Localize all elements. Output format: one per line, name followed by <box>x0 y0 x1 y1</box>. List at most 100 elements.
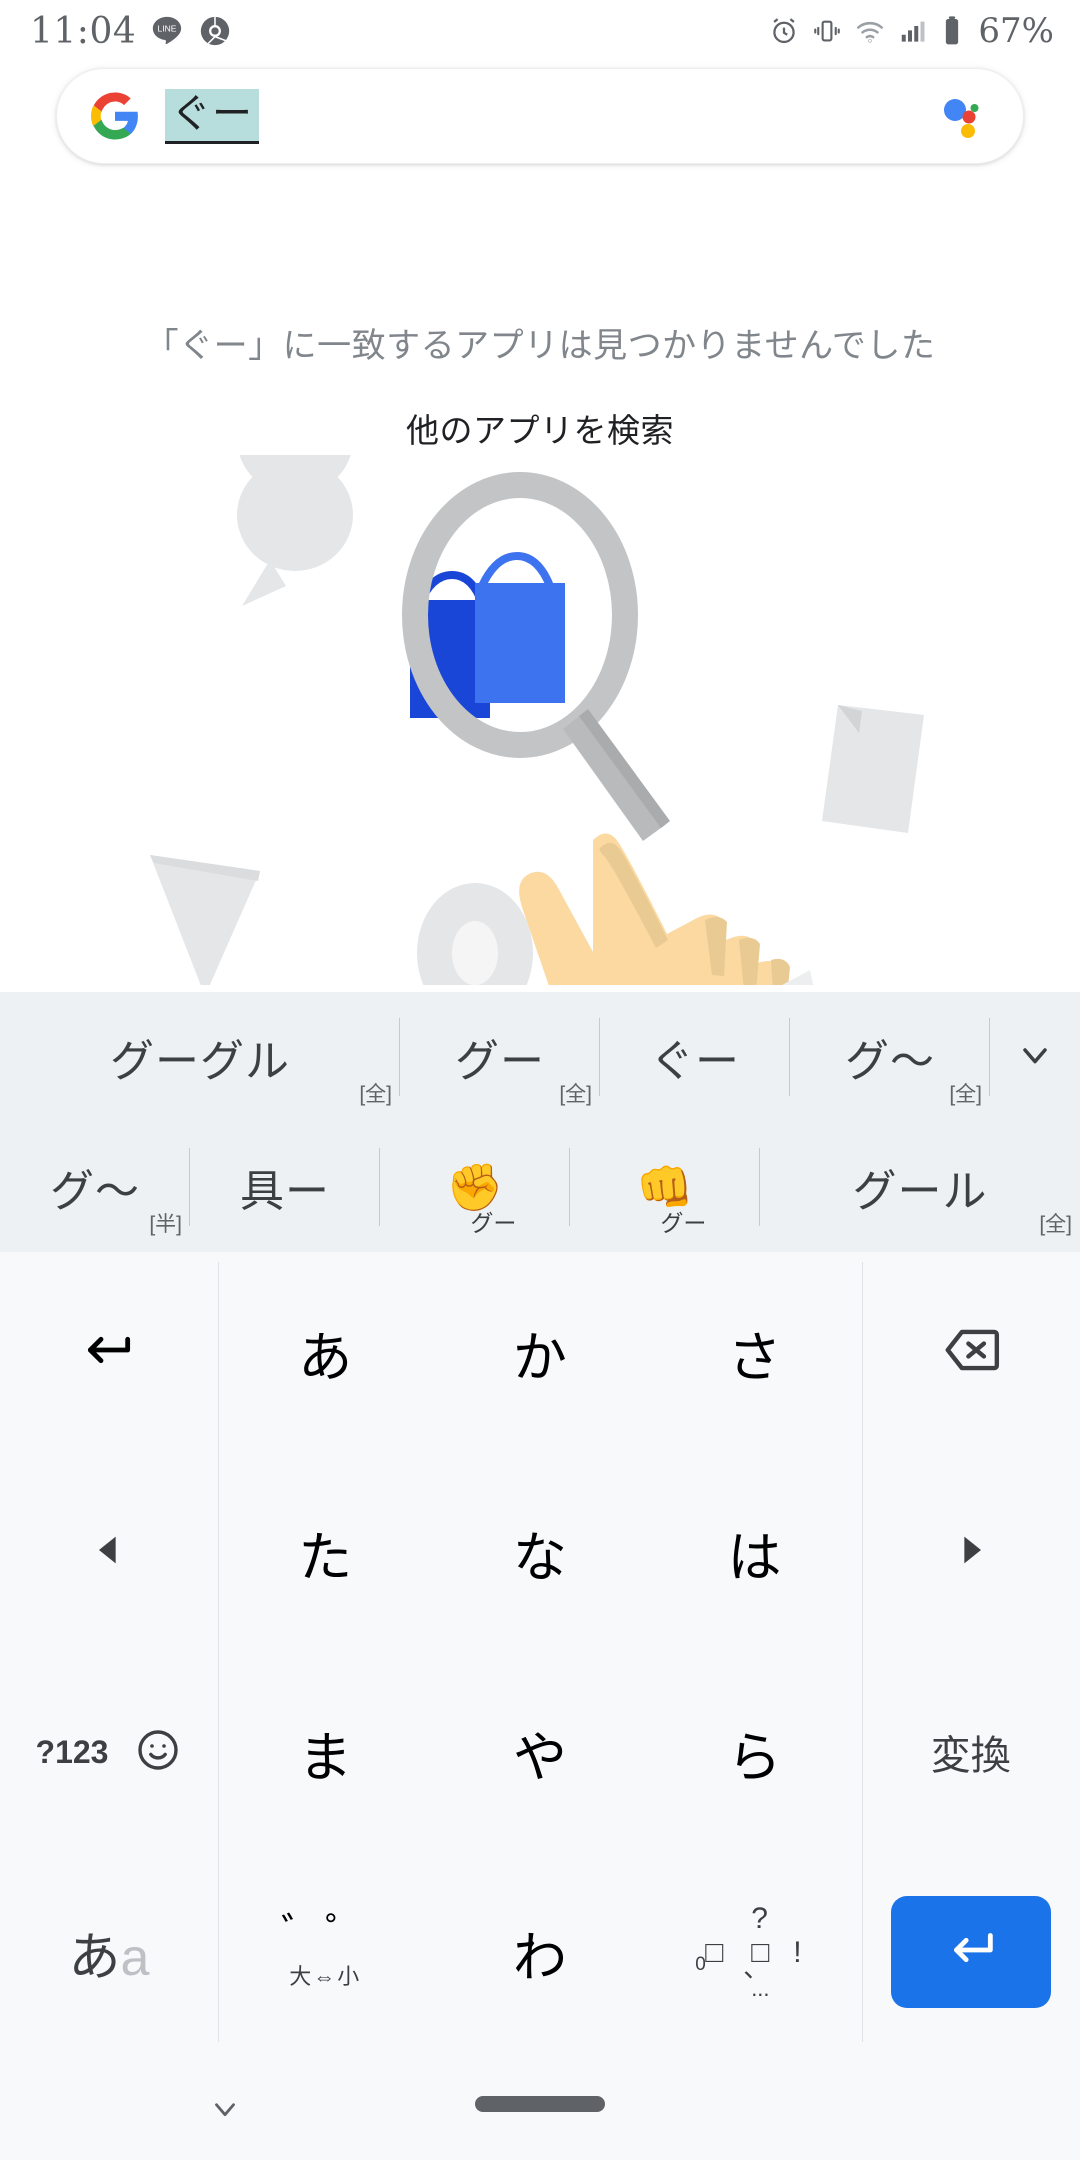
dakuten-sublabel: 大⇔小 <box>289 1964 362 1989</box>
symbols-key-label[interactable]: ?123 <box>36 1734 109 1771</box>
suggestion-text: グ〜 <box>845 1037 935 1086</box>
kana-label: は <box>727 1527 782 1588</box>
kana-label: わ <box>512 1927 567 1988</box>
line-icon: LINE <box>150 14 184 48</box>
cursor-right-key[interactable] <box>862 1452 1080 1652</box>
keyboard-row-2: た な は <box>0 1452 1080 1652</box>
status-clock: 11:04 <box>30 10 137 52</box>
kana-key-ya[interactable]: や <box>433 1652 648 1852</box>
suggestion-text: グ〜 <box>50 1167 140 1216</box>
suggestion-item[interactable]: グ〜 [半] <box>0 1122 190 1252</box>
keyboard-row-1: あ か さ <box>0 1252 1080 1452</box>
undo-key[interactable] <box>0 1252 218 1452</box>
alarm-icon <box>768 15 800 47</box>
dakuten-glyphs: ゛゜ <box>281 1911 370 1955</box>
search-input[interactable]: ぐー <box>165 88 937 144</box>
kana-key-wa[interactable]: わ <box>433 1852 648 2052</box>
japanese-12key-keyboard[interactable]: あ か さ た な は ?123 ま や ら 変換 あa ゛゜ 大⇔小 わ ? … <box>0 1252 1080 2052</box>
kana-label: ら <box>727 1727 782 1788</box>
status-bar: 11:04 LINE 67% <box>0 0 1080 62</box>
symbols-emoji-key[interactable]: ?123 <box>0 1652 218 1852</box>
enter-arrow-icon <box>942 1921 1000 1984</box>
keyboard-row-4: あa ゛゜ 大⇔小 わ ? □ 0 □ 、 ! ... <box>0 1852 1080 2052</box>
punct-box-left: □ <box>705 1936 724 1969</box>
suggestion-item[interactable]: ぐー <box>600 992 790 1122</box>
home-gesture-pill[interactable] <box>475 2096 605 2112</box>
suggestion-item[interactable]: グ〜 [全] <box>790 992 990 1122</box>
kana-label: な <box>512 1527 567 1588</box>
kana-key-ra[interactable]: ら <box>647 1652 862 1852</box>
kana-label: さ <box>727 1327 782 1388</box>
punct-ellipsis: ... <box>751 1976 770 2001</box>
kana-key-ma[interactable]: ま <box>218 1652 433 1852</box>
suggestion-item[interactable]: グーグル [全] <box>0 992 400 1122</box>
kana-key-na[interactable]: な <box>433 1452 648 1652</box>
backspace-icon <box>940 1319 1002 1386</box>
suggestion-text: グーグル <box>110 1037 290 1086</box>
convert-key-label: 変換 <box>930 1734 1011 1778</box>
search-other-apps-label[interactable]: 他のアプリを検索 <box>0 404 1080 452</box>
kana-label: や <box>512 1727 567 1788</box>
cursor-left-key[interactable] <box>0 1452 218 1652</box>
suggestion-divider <box>989 1018 990 1096</box>
language-toggle-latin: a <box>120 1928 150 1987</box>
navigation-bar <box>0 2052 1080 2160</box>
suggestion-item-emoji[interactable]: ✊ グー <box>380 1122 570 1252</box>
suggestion-text: グール <box>852 1167 988 1216</box>
suggestion-tag: [全] <box>559 1083 592 1106</box>
emoji-smiley-icon[interactable] <box>134 1726 182 1779</box>
enter-key[interactable] <box>862 1852 1080 2052</box>
punct-exclamation: ! <box>793 1936 802 1969</box>
triangle-left-icon <box>89 1530 129 1575</box>
chevron-down-icon <box>1015 1035 1055 1080</box>
enter-key-surface[interactable] <box>890 1896 1051 2008</box>
suggestion-reading: グー <box>470 1210 517 1236</box>
suggestion-tag: [全] <box>1039 1213 1072 1236</box>
undo-arrow-icon <box>77 1318 141 1387</box>
suggestion-item[interactable]: 具ー <box>190 1122 380 1252</box>
svg-text:LINE: LINE <box>158 23 177 33</box>
suggestion-reading: グー <box>660 1210 707 1236</box>
status-bar-right: 67% <box>768 11 1054 51</box>
kana-label: か <box>512 1327 567 1388</box>
kana-key-sa[interactable]: さ <box>647 1252 862 1452</box>
signal-icon <box>898 16 928 46</box>
battery-icon <box>940 15 964 47</box>
kana-key-a[interactable]: あ <box>218 1252 433 1452</box>
punct-zero: 0 <box>695 1954 706 1975</box>
language-toggle-label: あa <box>69 1915 150 1990</box>
search-bar[interactable]: ぐー <box>56 68 1024 164</box>
chrome-icon <box>198 14 232 48</box>
kana-key-ka[interactable]: か <box>433 1252 648 1452</box>
suggestion-text: 具ー <box>240 1167 330 1216</box>
triangle-right-icon <box>951 1530 991 1575</box>
suggestion-row-2: グ〜 [半] 具ー ✊ グー 👊 グー グール [全] <box>0 1122 1080 1252</box>
suggestion-item[interactable]: グール [全] <box>760 1122 1080 1252</box>
kana-key-ha[interactable]: は <box>647 1452 862 1652</box>
backspace-key[interactable] <box>862 1252 1080 1452</box>
suggestion-text: ぐー <box>650 1037 740 1086</box>
expand-suggestions-button[interactable] <box>990 992 1080 1122</box>
punctuation-glyphs: ? □ 0 □ 、 ! ... <box>647 1852 862 2052</box>
punct-question: ? <box>751 1902 768 1935</box>
suggestion-strip[interactable]: グーグル [全] グー [全] ぐー グ〜 [全] グ〜 [半] 具ー ✊ グー… <box>0 992 1080 1252</box>
suggestion-tag: [全] <box>949 1083 982 1106</box>
no-results-illustration <box>120 383 960 1232</box>
language-toggle-kana: あ <box>68 1928 121 1987</box>
convert-key[interactable]: 変換 <box>862 1652 1080 1852</box>
suggestion-text: グー <box>455 1037 545 1086</box>
battery-percent: 67% <box>978 11 1054 51</box>
keyboard-row-3: ?123 ま や ら 変換 <box>0 1652 1080 1852</box>
google-assistant-icon[interactable] <box>937 90 989 142</box>
kana-key-ta[interactable]: た <box>218 1452 433 1652</box>
suggestion-item-emoji[interactable]: 👊 グー <box>570 1122 760 1252</box>
search-query-text: ぐー <box>165 88 259 144</box>
punctuation-key[interactable]: ? □ 0 □ 、 ! ... <box>647 1852 862 2052</box>
wifi-icon <box>854 15 886 47</box>
language-toggle-key[interactable]: あa <box>0 1852 218 2052</box>
hide-keyboard-button[interactable] <box>208 2092 242 2131</box>
status-bar-left: 11:04 LINE <box>30 11 232 52</box>
dakuten-small-key[interactable]: ゛゜ 大⇔小 <box>218 1852 433 2052</box>
no-result-message: 「ぐー」に一致するアプリは見つかりませんでした <box>144 327 936 365</box>
suggestion-item[interactable]: グー [全] <box>400 992 600 1122</box>
